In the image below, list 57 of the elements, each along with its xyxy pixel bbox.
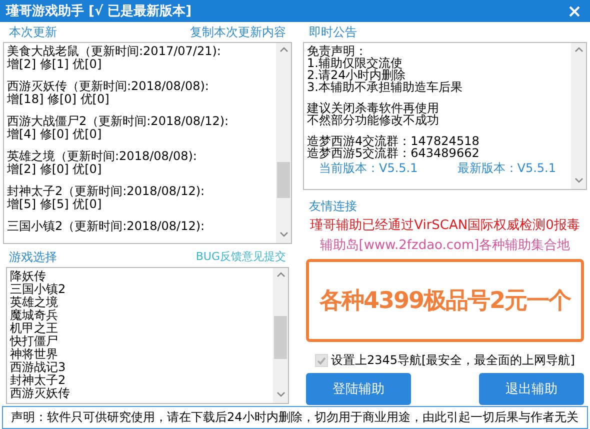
scroll-down-icon xyxy=(280,232,288,237)
notice-line: 2.请24小时内删除 xyxy=(307,69,406,81)
update-stats: 增[5] 修[5] 优[0] xyxy=(7,198,103,211)
section-label: 本次更新 xyxy=(9,24,57,41)
latest-version: 最新版本：V5.5.1 xyxy=(457,162,556,175)
scroll-down-icon xyxy=(276,392,284,397)
game-list[interactable]: 降妖传 三国小镇2 英雄之境 魔城奇兵 机甲之王 快打僵尸 神将世界 西游战记3 封神太子2 西游灭妖传 xyxy=(6,267,289,404)
game-item[interactable]: 快打僵尸 xyxy=(10,335,270,348)
game-item[interactable]: 神将世界 xyxy=(10,348,270,361)
banner-text: 各种4399极品号2元一个 xyxy=(319,286,571,316)
scrollbar[interactable] xyxy=(276,43,291,243)
game-item[interactable]: 西游战记3 xyxy=(10,361,270,374)
update-stats: 增[2] 修[0] 优[0] xyxy=(7,163,103,176)
update-title: 封神太子2（更新时间:2018/08/12): xyxy=(7,185,206,198)
scroll-up-icon xyxy=(280,47,288,52)
scroll-up-icon xyxy=(276,272,284,277)
notice-line: 建议关闭杀毒软件再使用 xyxy=(307,102,440,114)
update-title: 美食大战老鼠（更新时间:2017/07/21): xyxy=(7,45,222,58)
action-button[interactable]: 退出辅助 xyxy=(479,373,584,405)
close-icon xyxy=(569,6,580,18)
scroll-up-icon xyxy=(574,47,582,52)
game-item[interactable]: 三国小镇2 xyxy=(10,283,270,296)
action-button[interactable]: 登陆辅助 xyxy=(306,373,411,405)
section-label: 游戏选择 xyxy=(9,249,57,266)
promo-link[interactable]: 辅助岛[www.2fzdao.com]各种辅助集合地 xyxy=(320,236,570,256)
update-title: 英雄之境（更新时间:2018/08/08): xyxy=(7,150,198,163)
game-item[interactable]: 机甲之王 xyxy=(10,322,270,335)
notice-line: 3.本辅助不承担辅助造车后果 xyxy=(307,81,464,93)
copy-link[interactable]: 复制本次更新内容 xyxy=(190,22,286,42)
checkmark-icon xyxy=(317,357,326,365)
game-item[interactable]: 西游灭妖传 xyxy=(10,387,270,400)
window-title: 瑾哥游戏助手 [√ 已是最新版本] xyxy=(6,4,192,18)
section-label: 即时公告 xyxy=(309,25,357,39)
scrollbar[interactable] xyxy=(571,43,586,189)
game-item[interactable]: 英雄之境 xyxy=(10,296,270,309)
current-version: 当前版本：V5.5.1 xyxy=(319,162,418,175)
scrollbar[interactable] xyxy=(273,268,288,403)
status-bar: 声明：软件只可供研究使用，请在下载后24小时内删除，切勿用于商业用途，由此引起一切后果与作者无关 xyxy=(2,406,588,429)
notice-line: 造梦西游5交流群：643489662 xyxy=(307,147,480,159)
scroll-thumb[interactable] xyxy=(274,316,287,359)
promo-link[interactable]: 瑾哥辅助已经通过VirSCAN国际权威检测0报毒 xyxy=(310,216,580,236)
game-item[interactable]: 魔城奇兵 xyxy=(10,309,270,322)
notice-line: 不然部分功能修改不成功 xyxy=(307,114,440,126)
game-item[interactable]: 降妖传 xyxy=(10,270,270,283)
update-title: 西游大战僵尸2（更新时间:2018/08/12): xyxy=(7,115,230,128)
notice-line: 免责声明： xyxy=(307,45,367,57)
notice-line: 造梦西游4交流群：147824518 xyxy=(307,135,480,147)
game-item[interactable]: 封神太子2 xyxy=(10,374,270,387)
scroll-down-icon xyxy=(574,178,582,183)
update-title: 三国小镇2（更新时间:2018/08/12): xyxy=(7,220,206,233)
update-stats: 增[18] 修[0] 优[0] xyxy=(7,93,110,106)
update-title: 西游灭妖传（更新时间:2018/08/08): xyxy=(7,80,210,93)
section-label: 友情连接 xyxy=(309,199,357,213)
notice-line: 1.辅助仅限交流使 xyxy=(307,57,402,69)
update-stats: 增[2] 修[1] 优[0] xyxy=(7,58,103,71)
update-stats: 增[4] 修[0] 优[0] xyxy=(7,128,103,141)
scroll-thumb[interactable] xyxy=(277,162,290,198)
